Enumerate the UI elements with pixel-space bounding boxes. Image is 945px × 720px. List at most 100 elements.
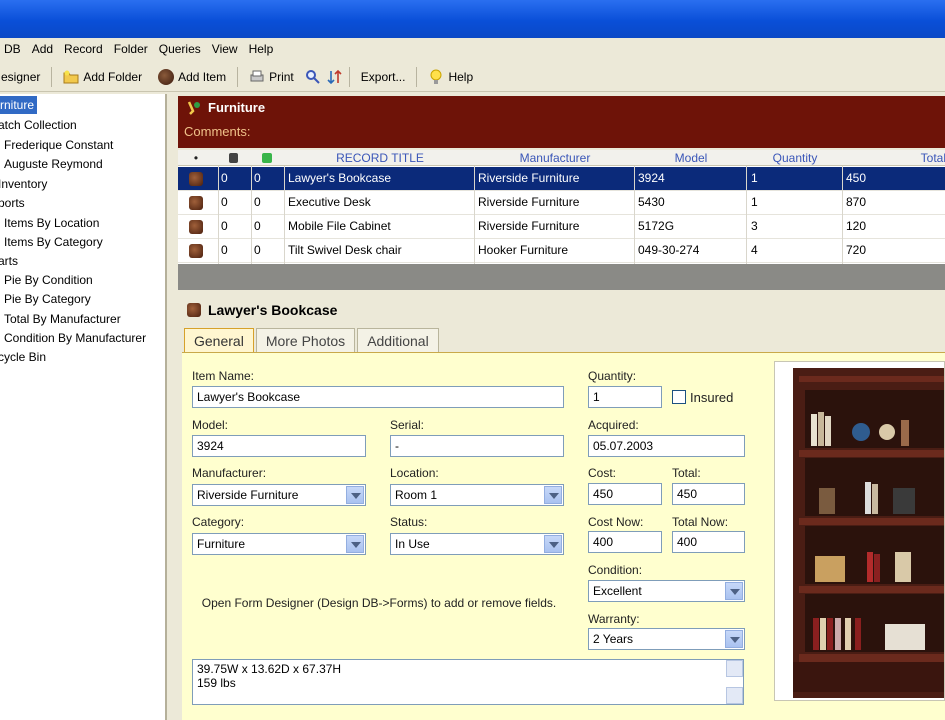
toolbar-separator	[237, 66, 239, 87]
condition-select[interactable]: Excellent	[588, 580, 745, 602]
tree-item-condition-by-manufacturer[interactable]: Condition By Manufacturer	[4, 329, 146, 347]
sort-button[interactable]	[325, 65, 345, 89]
splitter-bar[interactable]	[178, 264, 945, 290]
folder-icon	[187, 101, 200, 115]
toolbar: esigner Add Folder Add Item Print Export…	[0, 62, 945, 92]
chevron-down-icon[interactable]	[346, 486, 364, 504]
cell-a: 0	[221, 219, 228, 233]
total-field[interactable]: 450	[672, 483, 745, 505]
menu-view[interactable]: View	[212, 42, 249, 56]
designer-button[interactable]: esigner	[0, 65, 47, 89]
tree-item-auguste-reymond[interactable]: Auguste Reymond	[4, 155, 103, 173]
item-name-field[interactable]: Lawyer's Bookcase	[192, 386, 564, 408]
tree-item-watch-collection[interactable]: atch Collection	[0, 116, 77, 134]
menu-folder[interactable]: Folder	[114, 42, 159, 56]
bookcase-image	[793, 368, 944, 698]
col-record-title[interactable]: RECORD TITLE	[286, 150, 474, 166]
grid-divider	[842, 166, 843, 264]
tree-item-items-by-location[interactable]: Items By Location	[4, 214, 99, 232]
chevron-down-icon[interactable]	[544, 535, 562, 553]
tab-general[interactable]: General	[184, 328, 254, 352]
tree-item-furniture[interactable]: rniture	[0, 96, 38, 114]
cell-total: 720	[846, 243, 867, 257]
col-status-icon[interactable]	[260, 150, 274, 166]
tree-item-reports[interactable]: ports	[0, 194, 25, 212]
lightbulb-icon	[430, 69, 442, 84]
chevron-down-icon[interactable]	[346, 535, 364, 553]
grid-divider	[634, 166, 635, 264]
cost-now-field[interactable]: 400	[588, 531, 662, 553]
quantity-field[interactable]: 1	[588, 386, 662, 408]
acquired-field[interactable]: 05.07.2003	[588, 435, 745, 457]
find-button[interactable]	[303, 65, 323, 89]
cell-manufacturer: Riverside Furniture	[478, 219, 580, 233]
scroll-down-icon[interactable]	[726, 687, 743, 704]
insured-checkbox[interactable]	[672, 390, 686, 404]
tree-item-total-by-manufacturer[interactable]: Total By Manufacturer	[4, 310, 121, 328]
add-folder-button[interactable]: Add Folder	[56, 65, 149, 89]
print-button[interactable]: Print	[242, 65, 301, 89]
manufacturer-label: Manufacturer:	[192, 466, 267, 480]
tree-item-pie-by-condition[interactable]: Pie By Condition	[4, 271, 93, 289]
condition-label: Condition:	[588, 563, 643, 577]
tree-item-charts[interactable]: arts	[0, 252, 18, 270]
status-select[interactable]: In Use	[390, 533, 564, 555]
grid-divider	[746, 166, 747, 264]
cell-quantity: 1	[751, 195, 758, 209]
add-item-button[interactable]: Add Item	[151, 65, 233, 89]
cell-total: 450	[846, 171, 867, 185]
help-button[interactable]: Help	[421, 65, 480, 89]
tree-item-recycle-bin[interactable]: cycle Bin	[0, 348, 46, 366]
manufacturer-select[interactable]: Riverside Furniture	[192, 484, 366, 506]
table-row[interactable]: 0 0 Mobile File Cabinet Riverside Furnit…	[178, 215, 945, 239]
cost-field[interactable]: 450	[588, 483, 662, 505]
export-button[interactable]: Export...	[354, 65, 413, 89]
grid-divider	[251, 166, 252, 264]
col-manufacturer[interactable]: Manufacturer	[476, 150, 634, 166]
tab-more-photos[interactable]: More Photos	[255, 328, 356, 352]
table-row[interactable]: 0 0 Tilt Swivel Desk chair Hooker Furnit…	[178, 239, 945, 263]
col-bullet[interactable]: •	[188, 150, 204, 166]
cell-model: 5172G	[638, 219, 675, 233]
category-label: Category:	[192, 515, 245, 529]
tab-additional[interactable]: Additional	[357, 328, 439, 352]
detail-tabs: General More Photos Additional	[184, 328, 441, 352]
tree-item-items-by-category[interactable]: Items By Category	[4, 233, 103, 251]
serial-field[interactable]: -	[390, 435, 564, 457]
cell-b: 0	[254, 243, 261, 257]
cell-title: Lawyer's Bookcase	[288, 171, 392, 185]
warranty-select[interactable]: 2 Years	[588, 628, 745, 650]
col-attachment-icon[interactable]	[226, 150, 240, 166]
total-now-field[interactable]: 400	[672, 531, 745, 553]
category-select[interactable]: Furniture	[192, 533, 366, 555]
col-quantity[interactable]: Quantity	[748, 150, 842, 166]
cell-b: 0	[254, 219, 261, 233]
notes-memo[interactable]: 39.75W x 13.62D x 67.37H 159 lbs	[192, 659, 744, 705]
item-photo[interactable]	[774, 361, 945, 701]
location-select[interactable]: Room 1	[390, 484, 564, 506]
toolbar-separator	[348, 66, 350, 87]
record-icon	[187, 303, 201, 317]
cell-title: Mobile File Cabinet	[288, 219, 391, 233]
total-now-label: Total Now:	[672, 515, 729, 529]
chevron-down-icon[interactable]	[544, 486, 562, 504]
menu-help[interactable]: Help	[249, 42, 285, 56]
table-row[interactable]: 0 0 Executive Desk Riverside Furniture 5…	[178, 191, 945, 215]
model-field[interactable]: 3924	[192, 435, 366, 457]
chevron-down-icon[interactable]	[725, 630, 743, 648]
insured-label: Insured	[690, 390, 734, 405]
menu-queries[interactable]: Queries	[159, 42, 212, 56]
col-total[interactable]: Total	[844, 150, 945, 166]
menu-record[interactable]: Record	[64, 42, 114, 56]
chevron-down-icon[interactable]	[725, 582, 743, 600]
menu-design-db[interactable]: n DB	[0, 42, 32, 56]
tree-item-inventory[interactable]: Inventory	[0, 175, 47, 193]
tree-item-frederique-constant[interactable]: Frederique Constant	[4, 136, 113, 154]
table-row[interactable]: 0 0 Lawyer's Bookcase Riverside Furnitur…	[178, 167, 945, 191]
col-model[interactable]: Model	[636, 150, 746, 166]
tree-item-pie-by-category[interactable]: Pie By Category	[4, 290, 91, 308]
menu-add[interactable]: Add	[32, 42, 64, 56]
scroll-up-icon[interactable]	[726, 660, 743, 677]
menu-bar: n DB Add Record Folder Queries View Help	[0, 38, 945, 60]
app-window: n DB Add Record Folder Queries View Help…	[0, 0, 945, 720]
